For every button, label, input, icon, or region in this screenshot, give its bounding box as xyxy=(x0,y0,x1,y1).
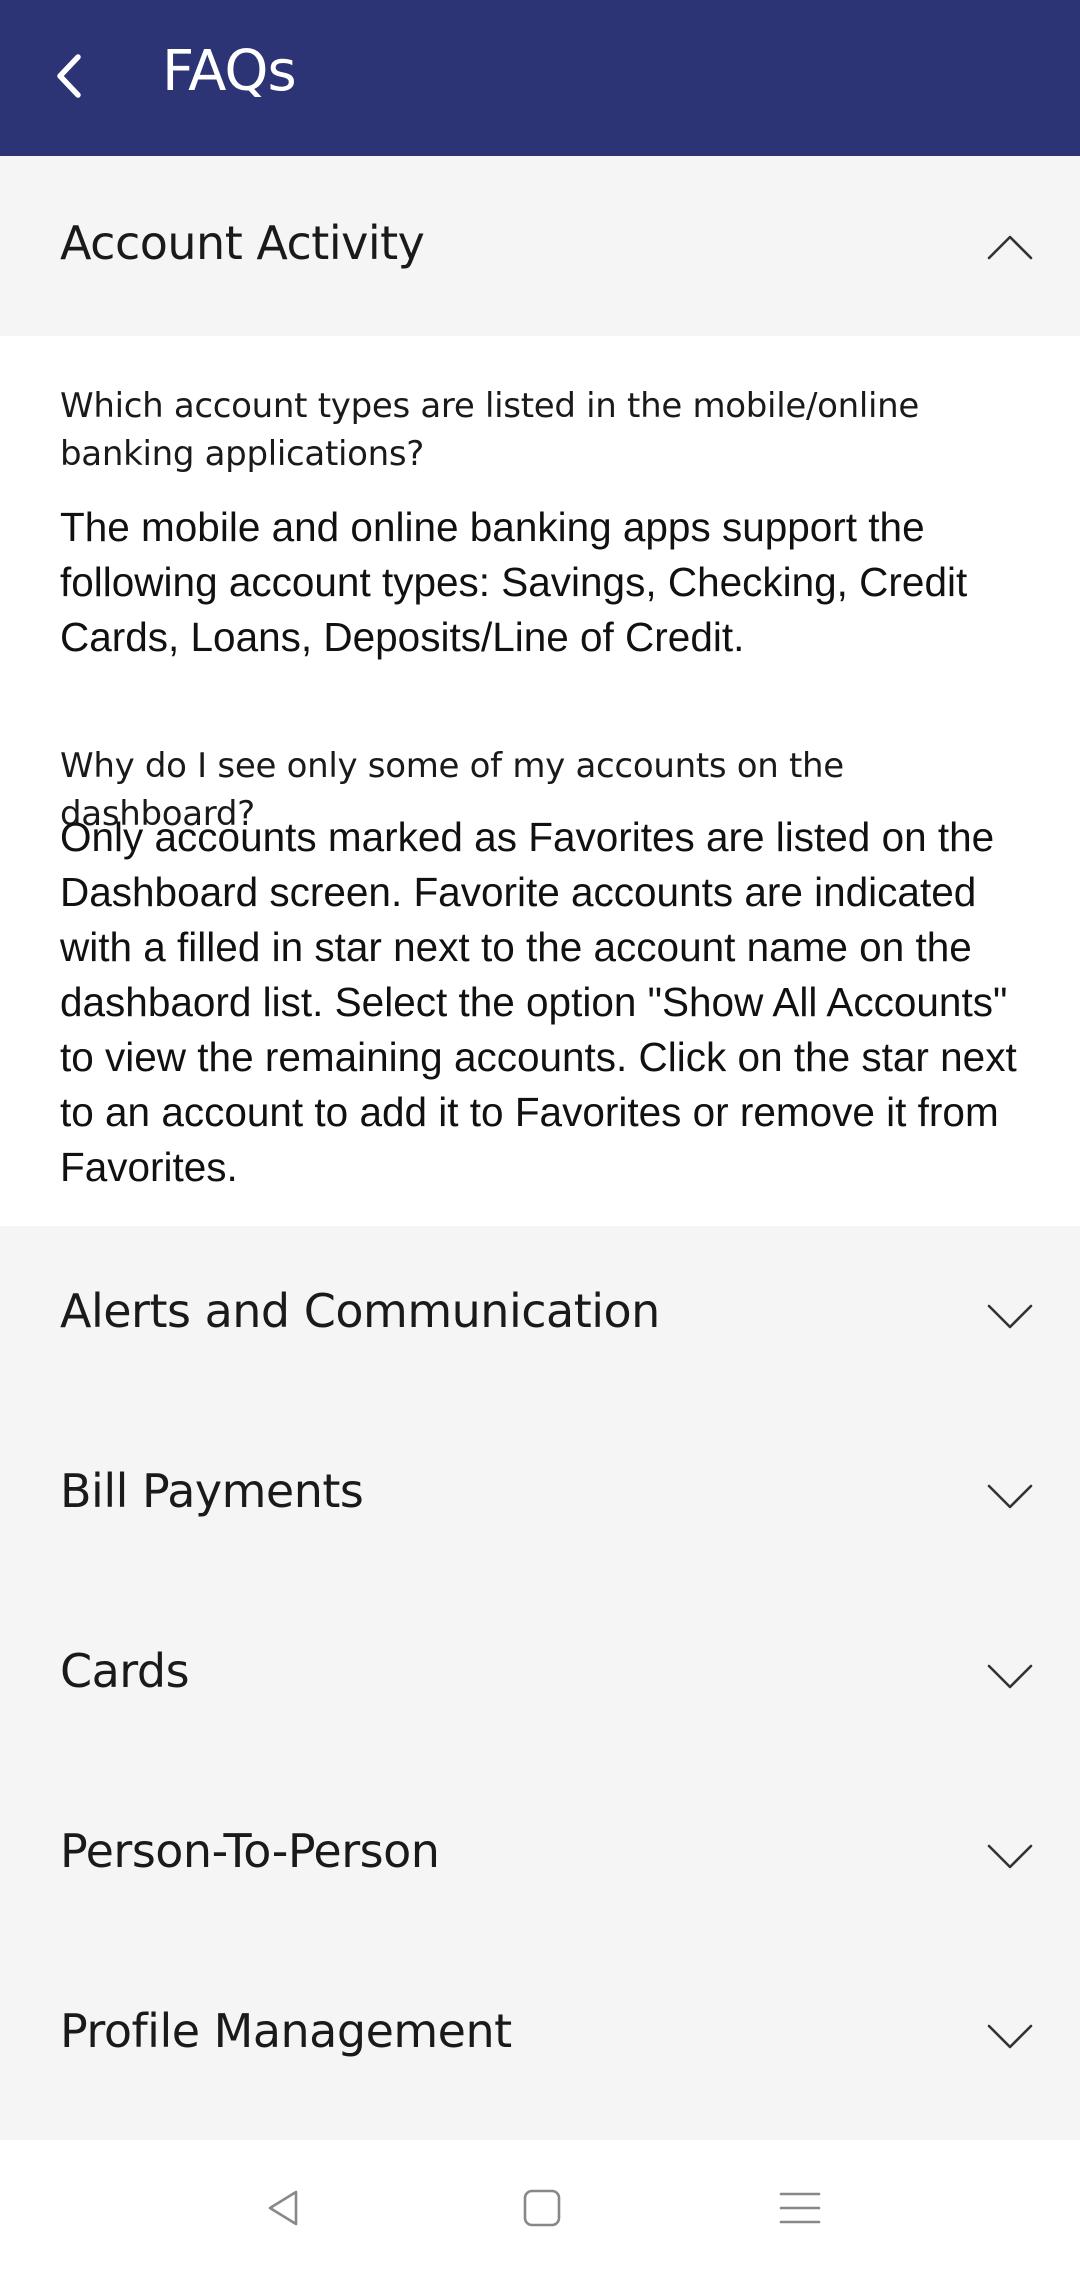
chevron-up-icon xyxy=(987,235,1033,260)
section-title: Profile Management xyxy=(60,2004,512,2058)
chevron-down-icon xyxy=(987,1664,1033,1689)
faq-section-cards[interactable]: Cards xyxy=(0,1586,1080,1766)
chevron-down-icon xyxy=(987,1484,1033,1509)
faq-answer: Only accounts marked as Favorites are li… xyxy=(60,814,1017,1190)
square-home-icon xyxy=(523,2189,561,2227)
nav-menu-button[interactable] xyxy=(760,2168,840,2248)
faq-section-account-activity[interactable]: Account Activity xyxy=(0,156,1080,336)
nav-home-button[interactable] xyxy=(502,2168,582,2248)
chevron-left-icon xyxy=(57,54,81,98)
chevron-down-icon xyxy=(987,2024,1033,2049)
hamburger-menu-icon xyxy=(779,2192,821,2224)
faq-answer: The mobile and online banking apps suppo… xyxy=(60,504,968,660)
faq-question: Which account types are listed in the mo… xyxy=(60,386,920,474)
section-title: Account Activity xyxy=(60,216,425,270)
chevron-down-icon xyxy=(987,1844,1033,1869)
section-title: Alerts and Communication xyxy=(60,1284,660,1338)
faq-section-person-to-person[interactable]: Person-To-Person xyxy=(0,1766,1080,1946)
faq-section-bill-payments[interactable]: Bill Payments xyxy=(0,1406,1080,1586)
nav-back-button[interactable] xyxy=(244,2168,324,2248)
section-title: Bill Payments xyxy=(60,1464,364,1518)
section-title: Person-To-Person xyxy=(60,1824,440,1878)
faq-section-profile-management[interactable]: Profile Management xyxy=(0,1946,1080,2140)
page-title: FAQs xyxy=(162,39,297,104)
chevron-down-icon xyxy=(987,1304,1033,1329)
back-button[interactable] xyxy=(40,40,96,112)
app-header: FAQs xyxy=(0,0,1080,156)
faq-panel-account-activity: Which account types are listed in the mo… xyxy=(0,336,1080,1226)
triangle-back-icon xyxy=(268,2190,298,2226)
faq-section-alerts-and-communication[interactable]: Alerts and Communication xyxy=(0,1226,1080,1406)
system-nav-bar xyxy=(0,2140,1080,2274)
section-title: Cards xyxy=(60,1644,190,1698)
